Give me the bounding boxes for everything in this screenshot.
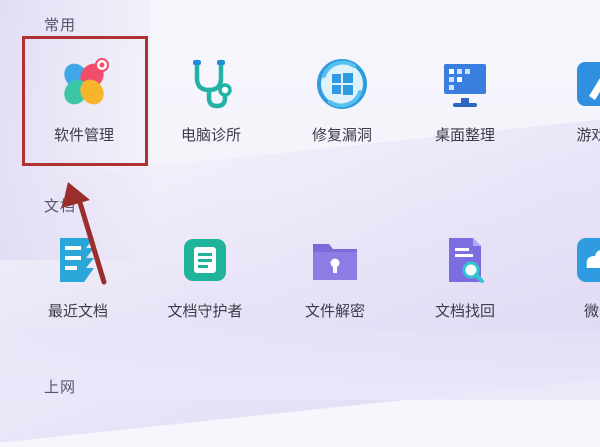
- annotation-arrow: [62, 182, 107, 285]
